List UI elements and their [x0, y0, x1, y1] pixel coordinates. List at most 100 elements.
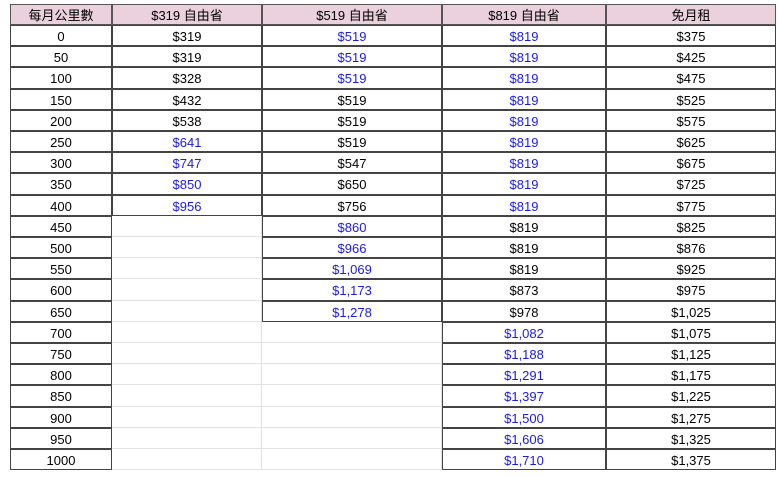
price-cell-p319[interactable] [112, 321, 262, 343]
price-cell-free[interactable]: $975 [606, 279, 776, 301]
price-cell-free[interactable]: $1,275 [606, 406, 776, 428]
price-cell-p519[interactable]: $860 [262, 215, 442, 237]
price-cell-p519[interactable] [262, 343, 442, 365]
price-cell-p519[interactable]: $547 [262, 152, 442, 174]
km-cell[interactable]: 50 [10, 46, 112, 68]
price-cell-p819[interactable]: $819 [442, 88, 606, 110]
km-cell[interactable]: 650 [10, 300, 112, 322]
km-cell[interactable]: 250 [10, 131, 112, 153]
price-cell-p819[interactable]: $1,500 [442, 406, 606, 428]
price-cell-p519[interactable] [262, 427, 442, 449]
price-cell-free[interactable]: $1,225 [606, 385, 776, 407]
km-cell[interactable]: 900 [10, 406, 112, 428]
price-cell-p519[interactable]: $1,278 [262, 300, 442, 322]
price-cell-p819[interactable]: $1,291 [442, 364, 606, 386]
price-cell-free[interactable]: $825 [606, 215, 776, 237]
price-cell-p319[interactable]: $319 [112, 25, 262, 47]
km-cell[interactable]: 850 [10, 385, 112, 407]
price-cell-free[interactable]: $525 [606, 88, 776, 110]
price-cell-p319[interactable] [112, 406, 262, 428]
price-cell-p519[interactable] [262, 385, 442, 407]
price-cell-p819[interactable]: $978 [442, 300, 606, 322]
price-cell-p319[interactable] [112, 364, 262, 386]
price-cell-p319[interactable]: $432 [112, 88, 262, 110]
price-cell-p519[interactable]: $650 [262, 173, 442, 195]
km-cell[interactable]: 750 [10, 343, 112, 365]
price-cell-p819[interactable]: $1,082 [442, 321, 606, 343]
price-cell-p819[interactable]: $819 [442, 258, 606, 280]
price-cell-p319[interactable]: $956 [112, 194, 262, 216]
price-cell-p519[interactable]: $1,173 [262, 279, 442, 301]
price-cell-p519[interactable]: $519 [262, 67, 442, 89]
price-cell-free[interactable]: $1,325 [606, 427, 776, 449]
price-cell-free[interactable]: $1,175 [606, 364, 776, 386]
km-cell[interactable]: 700 [10, 321, 112, 343]
km-cell[interactable]: 150 [10, 88, 112, 110]
km-cell[interactable]: 800 [10, 364, 112, 386]
price-cell-p319[interactable]: $641 [112, 131, 262, 153]
price-cell-p819[interactable]: $819 [442, 194, 606, 216]
price-cell-p819[interactable]: $819 [442, 215, 606, 237]
km-cell[interactable]: 550 [10, 258, 112, 280]
km-cell[interactable]: 950 [10, 427, 112, 449]
km-cell[interactable]: 1000 [10, 449, 112, 471]
price-cell-p519[interactable]: $519 [262, 25, 442, 47]
price-cell-p819[interactable]: $819 [442, 25, 606, 47]
price-cell-p519[interactable]: $966 [262, 237, 442, 259]
price-cell-p819[interactable]: $1,188 [442, 343, 606, 365]
price-cell-free[interactable]: $725 [606, 173, 776, 195]
price-cell-p819[interactable]: $819 [442, 152, 606, 174]
price-cell-free[interactable]: $1,025 [606, 300, 776, 322]
price-cell-p819[interactable]: $819 [442, 109, 606, 131]
price-cell-free[interactable]: $625 [606, 131, 776, 153]
km-cell[interactable]: 500 [10, 237, 112, 259]
price-cell-p319[interactable]: $747 [112, 152, 262, 174]
price-cell-p519[interactable]: $756 [262, 194, 442, 216]
price-cell-p819[interactable]: $819 [442, 67, 606, 89]
price-cell-free[interactable]: $575 [606, 109, 776, 131]
price-cell-free[interactable]: $1,075 [606, 321, 776, 343]
price-cell-p519[interactable] [262, 449, 442, 471]
price-cell-p519[interactable]: $519 [262, 131, 442, 153]
price-cell-free[interactable]: $1,125 [606, 343, 776, 365]
price-cell-free[interactable]: $775 [606, 194, 776, 216]
price-cell-free[interactable]: $876 [606, 237, 776, 259]
price-cell-p819[interactable]: $819 [442, 131, 606, 153]
price-cell-p519[interactable] [262, 406, 442, 428]
price-cell-p519[interactable]: $519 [262, 109, 442, 131]
price-cell-p819[interactable]: $1,710 [442, 449, 606, 471]
km-cell[interactable]: 0 [10, 25, 112, 47]
price-cell-p319[interactable]: $319 [112, 46, 262, 68]
km-cell[interactable]: 600 [10, 279, 112, 301]
price-cell-p319[interactable] [112, 279, 262, 301]
price-cell-free[interactable]: $475 [606, 67, 776, 89]
price-cell-free[interactable]: $375 [606, 25, 776, 47]
km-cell[interactable]: 350 [10, 173, 112, 195]
price-cell-free[interactable]: $1,375 [606, 449, 776, 471]
price-cell-p519[interactable]: $519 [262, 88, 442, 110]
price-cell-p319[interactable] [112, 258, 262, 280]
price-cell-p819[interactable]: $873 [442, 279, 606, 301]
km-cell[interactable]: 450 [10, 215, 112, 237]
price-cell-p319[interactable] [112, 385, 262, 407]
price-cell-p319[interactable] [112, 300, 262, 322]
price-cell-p819[interactable]: $1,606 [442, 427, 606, 449]
price-cell-p819[interactable]: $819 [442, 173, 606, 195]
km-cell[interactable]: 200 [10, 109, 112, 131]
price-cell-p519[interactable] [262, 364, 442, 386]
price-cell-p519[interactable]: $519 [262, 46, 442, 68]
price-cell-p319[interactable] [112, 343, 262, 365]
price-cell-p519[interactable]: $1,069 [262, 258, 442, 280]
price-cell-p319[interactable] [112, 427, 262, 449]
price-cell-p819[interactable]: $819 [442, 46, 606, 68]
price-cell-p319[interactable]: $328 [112, 67, 262, 89]
price-cell-free[interactable]: $425 [606, 46, 776, 68]
price-cell-free[interactable]: $675 [606, 152, 776, 174]
price-cell-p319[interactable] [112, 237, 262, 259]
price-cell-p319[interactable]: $850 [112, 173, 262, 195]
price-cell-p819[interactable]: $819 [442, 237, 606, 259]
price-cell-p319[interactable]: $538 [112, 109, 262, 131]
price-cell-p319[interactable] [112, 215, 262, 237]
price-cell-free[interactable]: $925 [606, 258, 776, 280]
km-cell[interactable]: 100 [10, 67, 112, 89]
